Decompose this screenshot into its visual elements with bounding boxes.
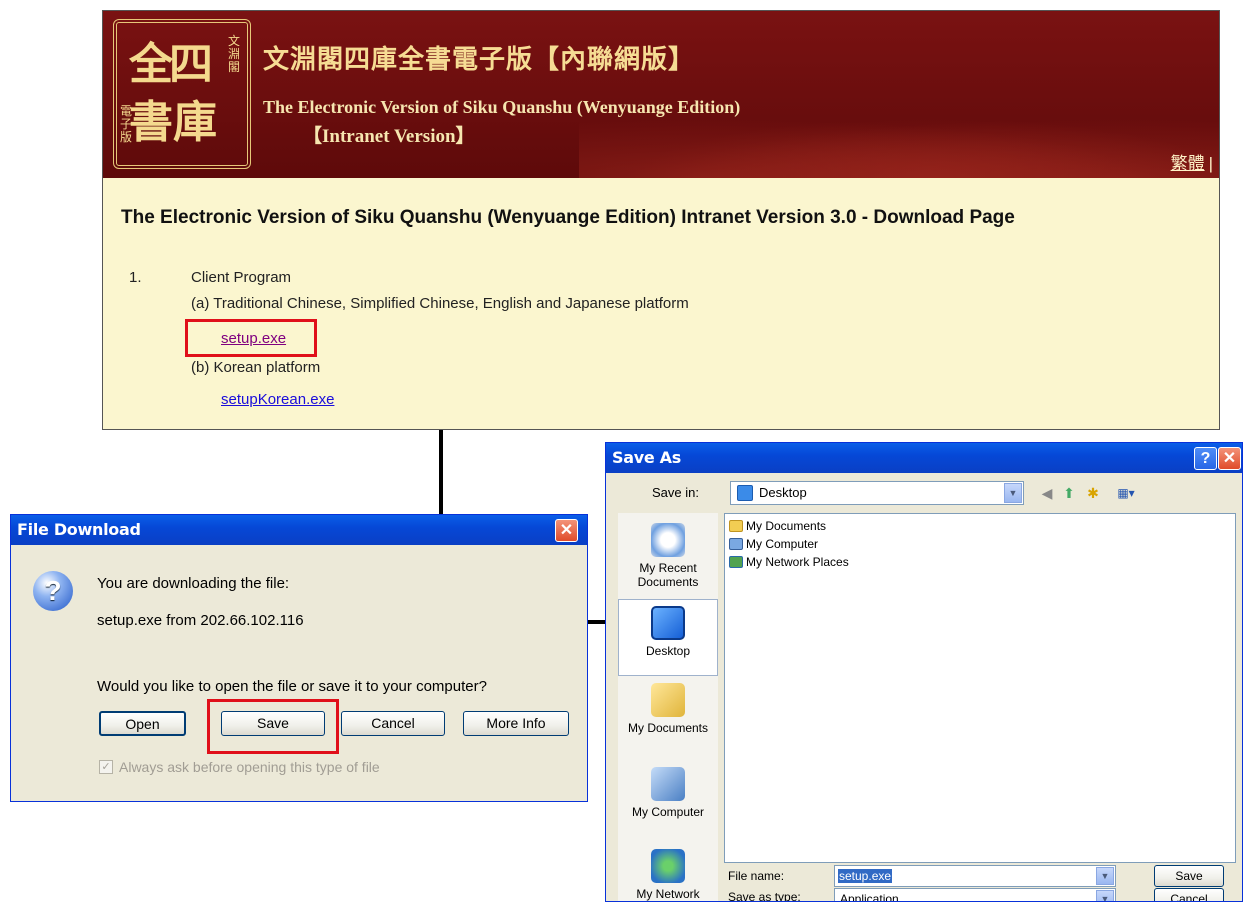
file-name-label: File name:	[728, 869, 785, 883]
list-item[interactable]: My Network Places	[729, 555, 849, 569]
seal-small-text: 電子版	[119, 104, 132, 144]
download-message: You are downloading the file:	[97, 575, 290, 592]
save-as-type-select[interactable]: Application ▼	[834, 888, 1116, 902]
platform-a-label: (a) Traditional Chinese, Simplified Chin…	[191, 295, 689, 312]
desktop-icon	[651, 606, 685, 640]
page-banner: 全 四 書 庫 文淵閣 電子版 文淵閣四庫全書電子版【內聯網版】 The Ele…	[103, 11, 1219, 178]
recent-documents-icon	[651, 523, 685, 557]
question-icon: ?	[33, 571, 73, 611]
save-as-type-label: Save as type:	[728, 890, 801, 902]
more-info-button[interactable]: More Info	[463, 711, 569, 736]
desktop-icon	[737, 485, 753, 501]
banner-title-intranet: 【Intranet Version】	[303, 126, 475, 147]
setup-korean-exe-link[interactable]: setupKorean.exe	[221, 391, 334, 408]
platform-b-label: (b) Korean platform	[191, 359, 321, 376]
back-icon[interactable]: ◀	[1038, 484, 1056, 502]
seal-small-text: 文淵閣	[227, 34, 240, 74]
network-icon	[729, 556, 743, 568]
my-documents-icon	[651, 683, 685, 717]
seal-char: 全	[129, 39, 173, 90]
save-in-value: Desktop	[759, 485, 807, 500]
download-webpage: 全 四 書 庫 文淵閣 電子版 文淵閣四庫全書電子版【內聯網版】 The Ele…	[102, 10, 1220, 430]
list-item[interactable]: My Documents	[729, 519, 826, 533]
new-folder-icon[interactable]: ✱	[1084, 484, 1102, 502]
place-my-network[interactable]: My Network	[618, 849, 718, 901]
file-list: My Documents My Computer My Network Plac…	[724, 513, 1236, 863]
download-file-source: setup.exe from 202.66.102.116	[97, 612, 304, 629]
save-as-dialog: Save As ? ✕ Save in: Desktop ▼ ◀ ⬆ ✱ ▦▾ …	[605, 442, 1243, 902]
place-label: My Computer	[631, 805, 705, 819]
chevron-down-icon[interactable]: ▼	[1004, 483, 1022, 503]
list-item-number: 1.	[129, 269, 142, 286]
computer-icon	[729, 538, 743, 550]
open-button[interactable]: Open	[99, 711, 186, 736]
chevron-down-icon[interactable]: ▼	[1096, 867, 1114, 885]
always-ask-label: Always ask before opening this type of f…	[119, 759, 380, 775]
save-as-type-value: Application	[840, 892, 899, 902]
place-my-computer[interactable]: My Computer	[618, 767, 718, 819]
places-bar: My Recent Documents Desktop My Documents…	[618, 513, 718, 901]
list-item-label: My Computer	[746, 537, 819, 551]
traditional-chinese-link[interactable]: 繁體	[1171, 149, 1213, 174]
place-desktop[interactable]: Desktop	[618, 599, 718, 676]
seal-char: 四	[169, 39, 213, 90]
file-download-dialog: File Download ✕ ? You are downloading th…	[10, 514, 588, 802]
list-item[interactable]: My Computer	[729, 537, 818, 551]
dialog-title: File Download	[11, 515, 587, 545]
banner-title-english: The Electronic Version of Siku Quanshu (…	[263, 97, 741, 117]
banner-cloud-pattern	[579, 108, 1219, 178]
page-title: The Electronic Version of Siku Quanshu (…	[121, 207, 1015, 228]
list-item-label: My Documents	[746, 519, 827, 533]
help-button[interactable]: ?	[1194, 447, 1217, 470]
place-my-documents[interactable]: My Documents	[618, 683, 718, 735]
cancel-button[interactable]: Cancel	[1154, 888, 1224, 901]
save-button-highlight-box	[207, 699, 339, 754]
file-name-input[interactable]: setup.exe ▼	[834, 865, 1116, 887]
cancel-button[interactable]: Cancel	[341, 711, 445, 736]
setup-link-highlight-box	[185, 319, 317, 357]
seal-char: 書	[129, 97, 173, 148]
folder-icon	[729, 520, 743, 532]
my-computer-icon	[651, 767, 685, 801]
close-button[interactable]: ✕	[1218, 447, 1241, 470]
save-in-label: Save in:	[652, 485, 699, 500]
up-folder-icon[interactable]: ⬆	[1060, 484, 1078, 502]
place-label: My Network	[636, 887, 700, 901]
views-menu-icon[interactable]: ▦▾	[1112, 484, 1140, 502]
save-button[interactable]: Save	[1154, 865, 1224, 887]
always-ask-checkbox[interactable]: ✓	[99, 760, 113, 774]
chevron-down-icon[interactable]: ▼	[1096, 890, 1114, 901]
siku-seal-logo: 全 四 書 庫 文淵閣 電子版	[113, 19, 251, 169]
list-item-label: My Network Places	[746, 555, 849, 569]
client-program-heading: Client Program	[191, 269, 292, 286]
seal-char: 庫	[173, 97, 217, 148]
banner-title-chinese: 文淵閣四庫全書電子版【內聯網版】	[263, 45, 696, 75]
place-label: My Recent Documents	[637, 561, 699, 589]
dialog-title: Save As	[606, 443, 1242, 473]
my-network-icon	[651, 849, 685, 883]
place-label: My Documents	[627, 721, 709, 735]
place-label: Desktop	[645, 644, 691, 658]
open-or-save-question: Would you like to open the file or save …	[97, 678, 487, 695]
file-name-value: setup.exe	[838, 869, 893, 883]
save-in-dropdown[interactable]: Desktop ▼	[730, 481, 1024, 505]
place-my-recent-documents[interactable]: My Recent Documents	[618, 523, 718, 589]
close-button[interactable]: ✕	[555, 519, 578, 542]
